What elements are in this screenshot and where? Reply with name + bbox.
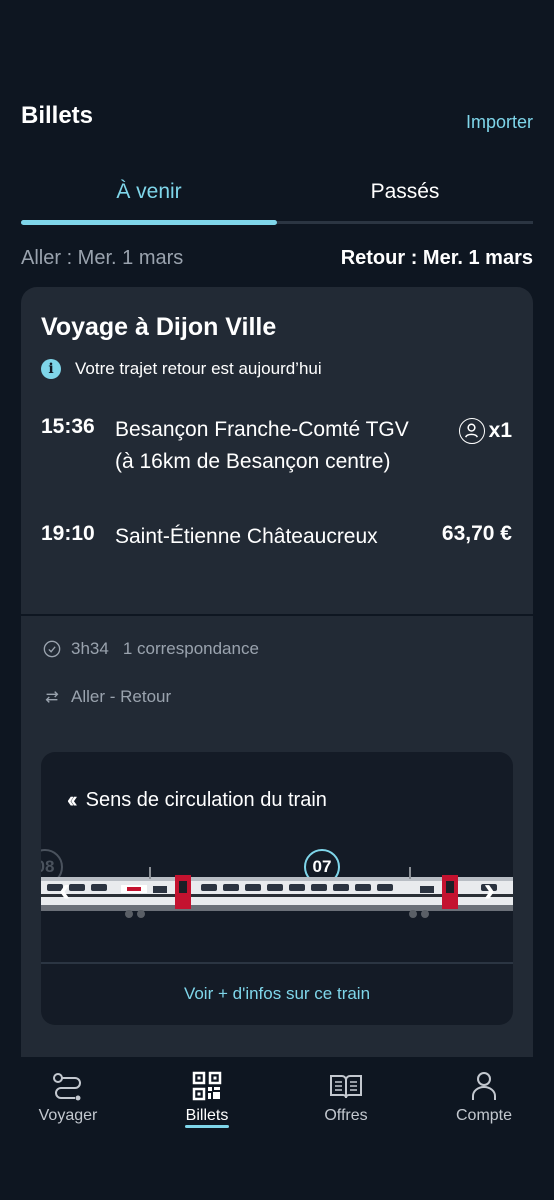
nav-voyager-label: Voyager	[38, 1107, 98, 1124]
arrival-station: Saint-Étienne Châteaucreux	[115, 525, 378, 548]
double-chevron-left-icon: ‹‹	[67, 787, 77, 812]
user-icon	[472, 1072, 496, 1100]
trip-duration: 3h34	[71, 639, 109, 658]
train-illustration	[41, 867, 513, 918]
nav-voyager[interactable]: Voyager	[18, 1069, 118, 1125]
trip-connections: 1 correspondance	[122, 639, 259, 658]
train-panel-divider	[41, 962, 513, 964]
trip-title: Voyage à Dijon Ville	[41, 313, 277, 341]
nav-billets-label: Billets	[185, 1107, 229, 1124]
qr-code-icon	[192, 1071, 222, 1101]
trip-type-row: Aller - Retour	[43, 687, 171, 707]
clock-icon	[43, 640, 61, 658]
train-composition-panel: ‹‹ Sens de circulation du train 08 07	[41, 752, 513, 1025]
card-divider	[21, 614, 533, 616]
page-title: Billets	[21, 102, 94, 129]
trip-type: Aller - Retour	[71, 687, 172, 706]
route-icon	[53, 1073, 81, 1101]
train-info-link[interactable]: Voir + d'infos sur ce train	[41, 984, 513, 1004]
trip-card[interactable]: Voyage à Dijon Ville i Votre trajet reto…	[21, 287, 533, 1057]
nav-billets[interactable]: Billets	[157, 1069, 257, 1125]
return-notice: i Votre trajet retour est aujourd’hui	[41, 359, 322, 379]
tab-upcoming[interactable]: À venir	[21, 180, 277, 204]
outbound-date: Aller : Mer. 1 mars	[21, 247, 184, 269]
duration-row: 3h34 1 correspondance	[43, 639, 259, 659]
previous-car-button[interactable]: ‹	[59, 871, 70, 910]
departure-station: Besançon Franche-Comté TGV (à 16km de Be…	[115, 418, 409, 473]
nav-offres[interactable]: Offres	[296, 1069, 396, 1125]
bottom-navigation: Voyager Billets Offres Compte	[0, 1057, 554, 1200]
tabs: À venir Passés	[21, 170, 533, 226]
return-notice-text: Votre trajet retour est aujourd’hui	[75, 359, 322, 378]
passenger-count: x1	[458, 418, 512, 444]
train-direction-heading: ‹‹ Sens de circulation du train	[67, 787, 327, 813]
trip-price: 63,70 €	[441, 522, 512, 545]
info-icon: i	[41, 359, 61, 379]
passenger-count-text: x1	[488, 419, 512, 442]
nav-compte-label: Compte	[455, 1107, 513, 1124]
open-book-icon	[330, 1075, 362, 1099]
return-date: Retour : Mer. 1 mars	[340, 247, 533, 269]
nav-compte[interactable]: Compte	[434, 1069, 534, 1125]
round-trip-icon	[45, 691, 59, 703]
import-button[interactable]: Importer	[466, 112, 533, 133]
arrival-time: 19:10	[41, 522, 95, 545]
nav-offres-label: Offres	[324, 1107, 368, 1124]
nav-active-indicator	[185, 1125, 229, 1128]
train-direction-label: Sens de circulation du train	[85, 788, 327, 811]
next-car-button[interactable]: ›	[484, 871, 495, 910]
passenger-icon	[458, 418, 485, 444]
tab-active-indicator	[21, 220, 277, 225]
tab-past[interactable]: Passés	[277, 180, 533, 204]
departure-time: 15:36	[41, 415, 95, 438]
